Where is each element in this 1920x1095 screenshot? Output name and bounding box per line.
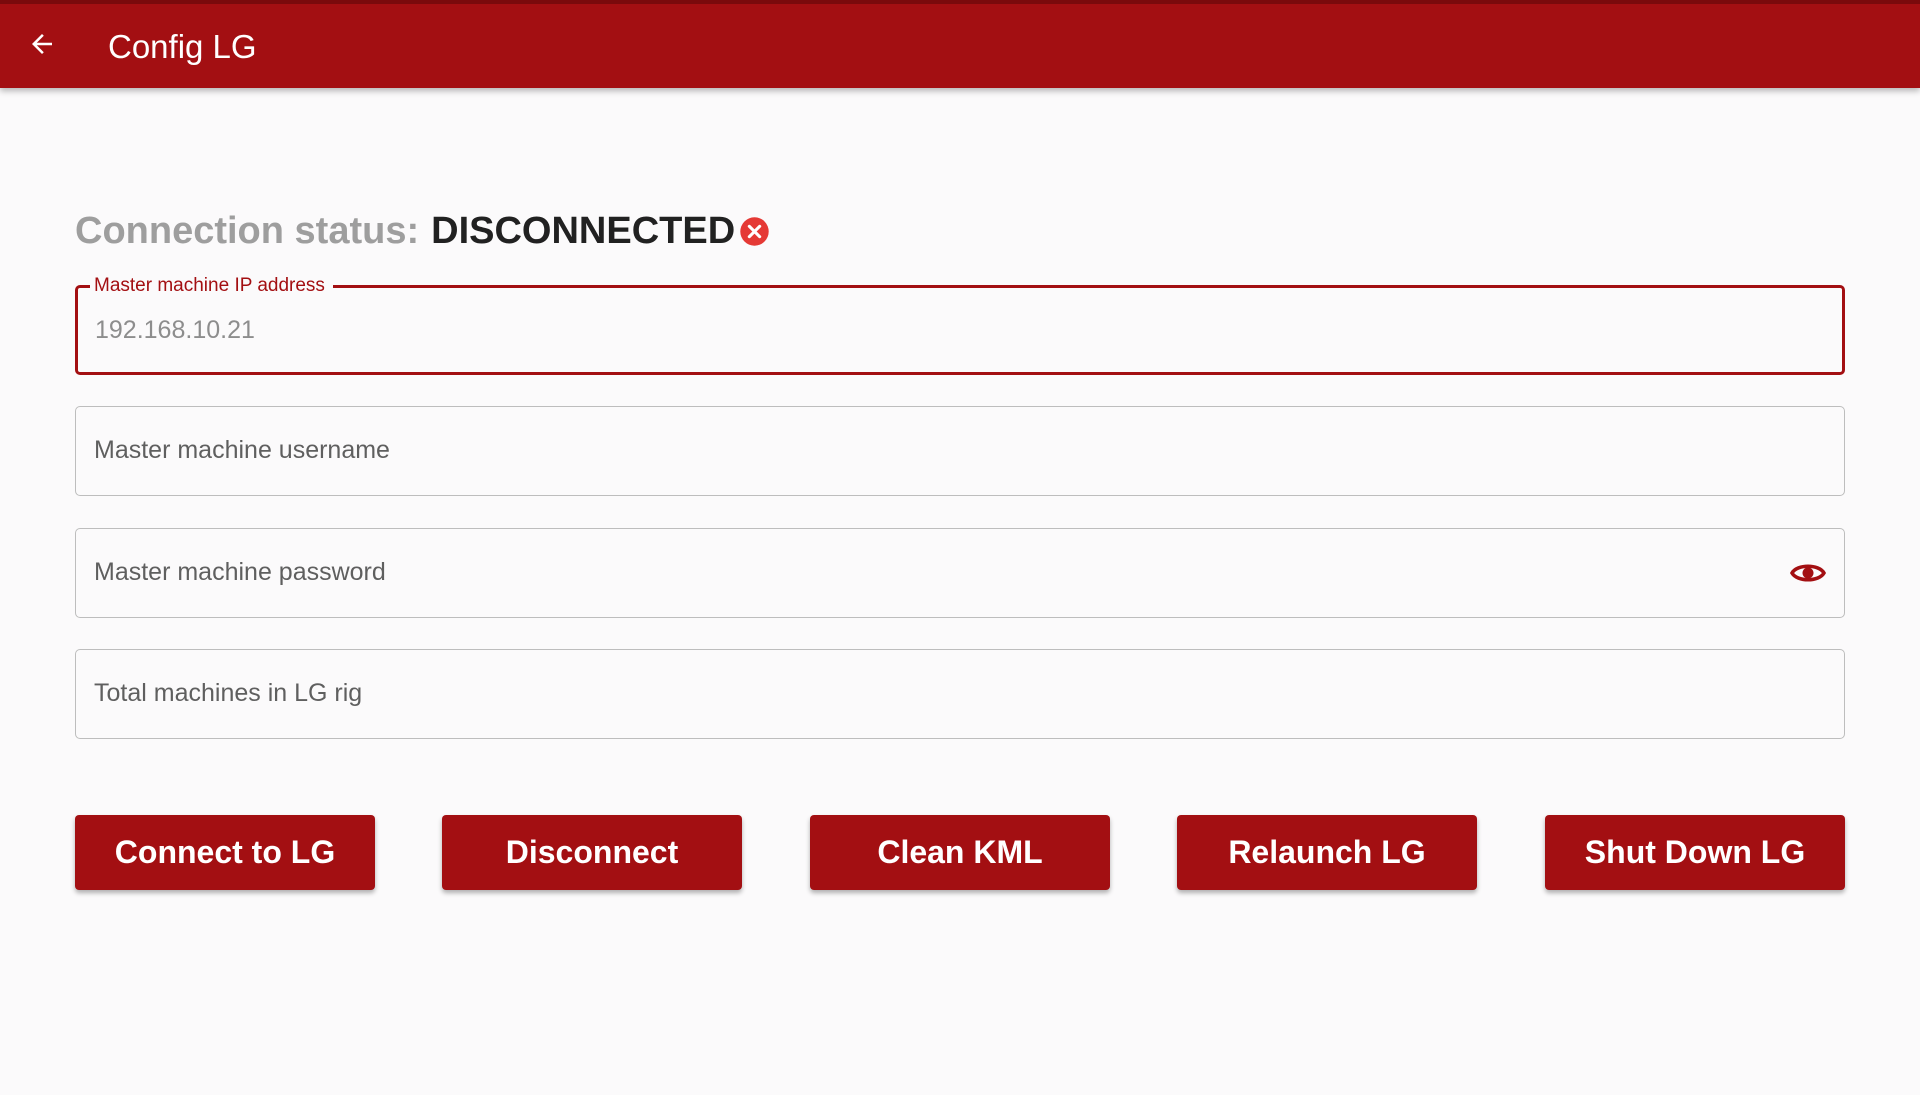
toggle-password-visibility-button[interactable]: [1788, 556, 1828, 590]
page-title: Config LG: [108, 28, 257, 65]
relaunch-button[interactable]: Relaunch LG: [1177, 815, 1477, 890]
ip-address-label: Master machine IP address: [90, 274, 333, 298]
app-bar: Config LG: [0, 0, 1920, 88]
connect-button[interactable]: Connect to LG: [75, 815, 375, 890]
connection-status-label: Connection status:: [75, 209, 420, 252]
arrow-left-icon: [32, 34, 52, 54]
eye-icon: [1790, 564, 1826, 582]
disconnect-button[interactable]: Disconnect: [442, 815, 742, 890]
config-page: Config LG Connection status: DISCONNECTE…: [0, 0, 1920, 1095]
clean-kml-button[interactable]: Clean KML: [810, 815, 1110, 890]
close-circle-icon: [739, 216, 770, 247]
back-button[interactable]: [22, 24, 62, 64]
ip-address-value: 192.168.10.21: [95, 316, 255, 344]
username-field[interactable]: Master machine username: [75, 406, 1845, 496]
ip-address-field[interactable]: Master machine IP address 192.168.10.21: [75, 274, 1845, 375]
password-placeholder: Master machine password: [94, 558, 386, 586]
total-machines-placeholder: Total machines in LG rig: [94, 679, 363, 707]
connection-status-value: DISCONNECTED: [431, 209, 736, 252]
total-machines-field[interactable]: Total machines in LG rig: [75, 649, 1845, 739]
password-field[interactable]: Master machine password: [75, 528, 1845, 618]
shutdown-button[interactable]: Shut Down LG: [1545, 815, 1845, 890]
username-placeholder: Master machine username: [94, 436, 390, 464]
connection-status: Connection status: DISCONNECTED: [75, 206, 770, 256]
